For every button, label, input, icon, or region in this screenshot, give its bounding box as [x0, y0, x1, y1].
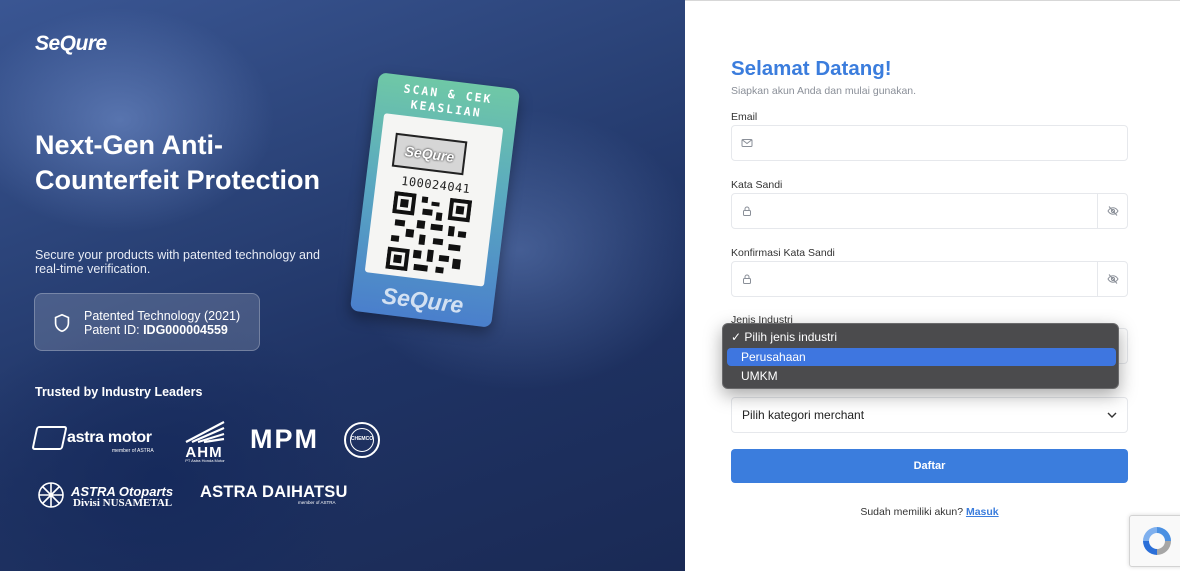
partner-logo-astra-motor: astra motor member of ASTRA	[31, 424, 160, 456]
hero-panel: SeQure Next-Gen Anti-Counterfeit Protect…	[0, 0, 685, 571]
login-prompt: Sudah memiliki akun? Masuk	[860, 506, 999, 518]
tag-hologram: SeQure	[391, 132, 468, 176]
email-field[interactable]	[731, 125, 1128, 161]
recaptcha-badge[interactable]	[1129, 515, 1180, 567]
merchant-category-select[interactable]: Pilih kategori merchant	[731, 397, 1128, 433]
dropdown-option-umkm[interactable]: UMKM	[727, 367, 1116, 385]
eye-off-icon	[1107, 274, 1119, 284]
toggle-confirm-visibility[interactable]	[1097, 262, 1127, 296]
starburst-icon	[38, 482, 64, 508]
toggle-password-visibility[interactable]	[1097, 194, 1127, 228]
industry-dropdown-menu: ✓ Pilih jenis industri Perusahaan UMKM	[722, 323, 1119, 389]
signup-form-panel: Selamat Datang! Siapkan akun Anda dan mu…	[685, 0, 1180, 571]
lock-icon	[743, 274, 751, 284]
mail-icon	[741, 139, 753, 147]
recaptcha-icon	[1143, 527, 1171, 555]
hero-description: Secure your products with patented techn…	[35, 248, 320, 276]
register-button[interactable]: Daftar	[731, 449, 1128, 483]
confirm-password-label: Konfirmasi Kata Sandi	[731, 247, 835, 259]
eye-off-icon	[1107, 206, 1119, 216]
patent-id: Patent ID: IDG000004559	[84, 323, 228, 337]
patent-card: Patented Technology (2021) Patent ID: ID…	[34, 293, 260, 351]
partner-logo-astra-otoparts: ASTRA Otoparts Divisi NUSAMETAL	[36, 480, 186, 510]
partner-logo-ahm: AHM PT Astra Honda Motor	[178, 418, 232, 464]
patent-id-label: Patent ID:	[84, 323, 140, 337]
tag-card: SeQure 100024041	[364, 113, 504, 287]
login-link[interactable]: Masuk	[966, 506, 999, 518]
brand-logo: SeQure	[35, 32, 107, 55]
merchant-category-value: Pilih kategori merchant	[742, 408, 865, 422]
email-label: Email	[731, 111, 758, 123]
password-label: Kata Sandi	[731, 179, 783, 191]
patent-title: Patented Technology (2021)	[84, 309, 241, 323]
wing-icon	[185, 421, 225, 444]
patent-id-value: IDG000004559	[143, 323, 228, 337]
form-title: Selamat Datang!	[731, 57, 892, 80]
dropdown-option-perusahaan[interactable]: Perusahaan	[727, 348, 1116, 366]
hero-headline: Next-Gen Anti-Counterfeit Protection	[35, 130, 321, 195]
partner-logo-mpm: MPM	[250, 424, 319, 454]
shield-icon	[54, 313, 70, 333]
partner-logo-chemco: CHEMCO	[344, 422, 380, 458]
trusted-heading: Trusted by Industry Leaders	[35, 385, 203, 399]
chevron-down-icon	[1107, 412, 1117, 418]
partner-logo-astra-daihatsu: ASTRA DAIHATSU member of ASTRA	[200, 483, 348, 505]
confirm-password-field[interactable]	[731, 261, 1128, 297]
qr-code-icon	[385, 191, 473, 274]
product-tag-image: SCAN & CEK KEASLIAN SeQure 100024041 SeQ…	[349, 72, 521, 328]
password-field[interactable]	[731, 193, 1128, 229]
lock-icon	[743, 206, 751, 216]
dropdown-option-placeholder[interactable]: ✓ Pilih jenis industri	[727, 328, 1116, 346]
form-subtitle: Siapkan akun Anda dan mulai gunakan.	[731, 85, 917, 97]
